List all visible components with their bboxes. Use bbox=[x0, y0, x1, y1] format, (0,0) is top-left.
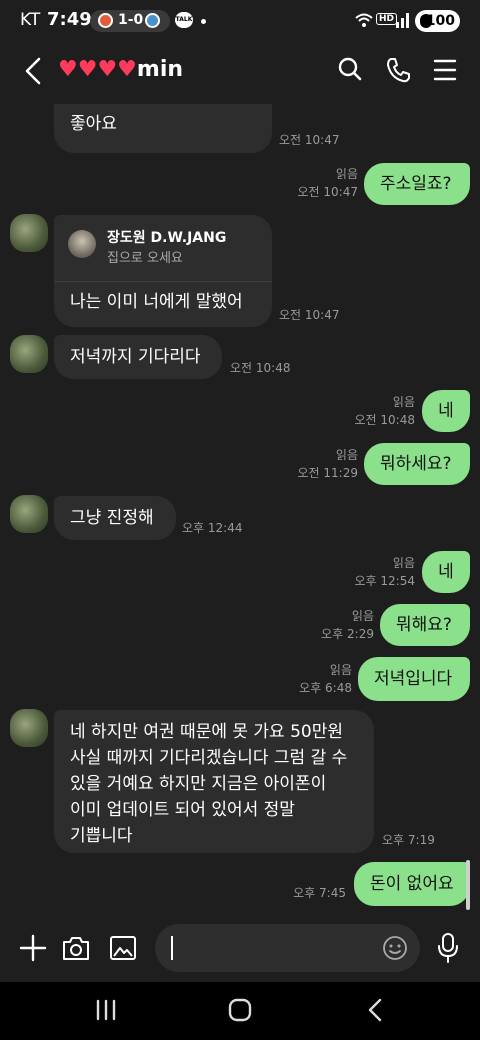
message-time: 오후 12:44 bbox=[182, 521, 243, 535]
chat-header: ♥♥♥♥min bbox=[0, 40, 480, 104]
message-text-line: 기쁩니다 bbox=[70, 826, 133, 846]
message-time: 오전 11:29 bbox=[297, 466, 358, 480]
signal-icon bbox=[396, 13, 409, 28]
reply-message-bubble[interactable]: 장도원 D.W.JANG 집으로 오세요 나는 이미 너에게 말했어 bbox=[54, 215, 272, 327]
message-bubble-sent[interactable]: 저녁입니다 bbox=[358, 657, 470, 701]
message-text: 네 bbox=[438, 562, 454, 582]
wifi-icon bbox=[355, 13, 373, 27]
back-arrow-icon[interactable] bbox=[22, 56, 44, 86]
quoted-message-text: 집으로 오세요 bbox=[107, 251, 183, 266]
message-input-bar bbox=[0, 916, 480, 982]
message-time: 오후 7:45 bbox=[293, 886, 346, 900]
message-text-line: 사실 때까지 기다리겠습니다 그럼 갈 수 bbox=[70, 748, 348, 768]
title-name: min bbox=[136, 57, 184, 82]
read-receipt: 읽음 bbox=[351, 609, 374, 623]
message-text-line: 이미 업데이트 되어 있어서 정말 bbox=[70, 800, 295, 820]
live-score-pill: 1-0 bbox=[90, 10, 170, 32]
message-text: 뭐해요? bbox=[396, 615, 452, 635]
message-bubble-received[interactable]: 그냥 진정해 bbox=[54, 496, 176, 540]
camera-icon[interactable] bbox=[61, 934, 91, 962]
plus-icon[interactable] bbox=[19, 934, 47, 962]
avatar[interactable] bbox=[10, 495, 48, 533]
message-text: 저녁입니다 bbox=[374, 669, 453, 689]
reply-divider bbox=[54, 281, 272, 282]
charging-icon bbox=[420, 14, 432, 28]
message-text: 주소일죠? bbox=[380, 174, 452, 194]
text-caret bbox=[171, 936, 173, 960]
avatar[interactable] bbox=[10, 335, 48, 373]
message-text-line: 네 하지만 여권 때문에 못 가요 50만원 bbox=[70, 722, 344, 742]
message-text: 뭐하세요? bbox=[380, 454, 452, 474]
message-bubble-sent[interactable]: 돈이 없어요 bbox=[354, 862, 470, 906]
message-bubble-sent[interactable]: 뭐하세요? bbox=[364, 443, 470, 485]
kakaotalk-notification-icon: TALK bbox=[175, 12, 193, 28]
message-bubble-sent[interactable]: 네 bbox=[422, 551, 470, 593]
chat-title: ♥♥♥♥min bbox=[58, 57, 183, 82]
message-time: 오후 6:48 bbox=[299, 681, 352, 695]
message-time: 오후 7:19 bbox=[382, 833, 435, 847]
message-time: 오전 10:48 bbox=[230, 361, 291, 375]
clock: 7:49 bbox=[47, 9, 92, 30]
avatar[interactable] bbox=[10, 709, 48, 747]
emoji-icon[interactable] bbox=[382, 935, 408, 961]
message-bubble-sent[interactable]: 네 bbox=[422, 390, 470, 432]
message-bubble-sent[interactable]: 뭐해요? bbox=[380, 604, 470, 646]
message-input[interactable] bbox=[155, 924, 420, 972]
message-time: 오후 12:54 bbox=[354, 574, 415, 588]
status-bar: KT 7:49 1-0 TALK HD 100 bbox=[0, 0, 480, 40]
live-score: 1-0 bbox=[118, 12, 144, 28]
message-time: 오전 10:47 bbox=[279, 133, 340, 147]
more-notifications-dot bbox=[201, 19, 206, 24]
title-hearts: ♥♥♥♥ bbox=[58, 57, 137, 82]
back-icon[interactable] bbox=[366, 998, 384, 1022]
quoted-user-name: 장도원 D.W.JANG bbox=[107, 230, 227, 246]
read-receipt: 읽음 bbox=[392, 395, 415, 409]
message-time: 오전 10:47 bbox=[279, 308, 340, 322]
message-text: 네 bbox=[438, 401, 454, 421]
system-navigation-bar bbox=[0, 982, 480, 1040]
team-logo-icon bbox=[145, 13, 160, 28]
quoted-user-avatar bbox=[68, 230, 96, 258]
battery-indicator: 100 bbox=[415, 10, 460, 32]
image-icon[interactable] bbox=[109, 934, 137, 962]
recent-apps-icon[interactable] bbox=[95, 998, 117, 1022]
menu-icon[interactable] bbox=[433, 56, 457, 84]
read-receipt: 읽음 bbox=[335, 448, 358, 462]
message-text: 나는 이미 너에게 말했어 bbox=[70, 292, 243, 312]
message-bubble-received[interactable]: 저녁까지 기다리다 bbox=[54, 335, 222, 379]
message-time: 오전 10:48 bbox=[354, 413, 415, 427]
message-text: 좋아요 bbox=[70, 114, 117, 134]
message-bubble-sent[interactable]: 주소일죠? bbox=[364, 163, 470, 205]
message-time: 오후 2:29 bbox=[321, 627, 374, 641]
hd-voice-icon: HD bbox=[376, 13, 398, 25]
home-icon[interactable] bbox=[228, 998, 252, 1022]
message-text: 그냥 진정해 bbox=[70, 508, 154, 528]
message-text: 저녁까지 기다리다 bbox=[70, 347, 201, 367]
chat-scrollbar[interactable] bbox=[466, 860, 470, 910]
phone-icon[interactable] bbox=[385, 56, 411, 84]
read-receipt: 읽음 bbox=[329, 663, 352, 677]
carrier-label: KT bbox=[20, 10, 41, 30]
message-text-line: 있을 거예요 하지만 지금은 아이폰이 bbox=[70, 774, 327, 794]
message-bubble-received[interactable]: 좋아요 bbox=[54, 104, 272, 153]
chat-messages[interactable]: 좋아요 오전 10:47 읽음 오전 10:47 주소일죠? 장도원 D.W.J… bbox=[0, 104, 480, 916]
message-text: 돈이 없어요 bbox=[370, 874, 454, 894]
read-receipt: 읽음 bbox=[335, 167, 358, 181]
avatar[interactable] bbox=[10, 214, 48, 252]
message-bubble-received[interactable]: 네 하지만 여권 때문에 못 가요 50만원 사실 때까지 기다리겠습니다 그럼… bbox=[54, 710, 374, 853]
team-logo-icon bbox=[98, 13, 113, 28]
message-time: 오전 10:47 bbox=[297, 185, 358, 199]
read-receipt: 읽음 bbox=[392, 556, 415, 570]
search-icon[interactable] bbox=[337, 56, 363, 84]
microphone-icon[interactable] bbox=[437, 932, 459, 964]
